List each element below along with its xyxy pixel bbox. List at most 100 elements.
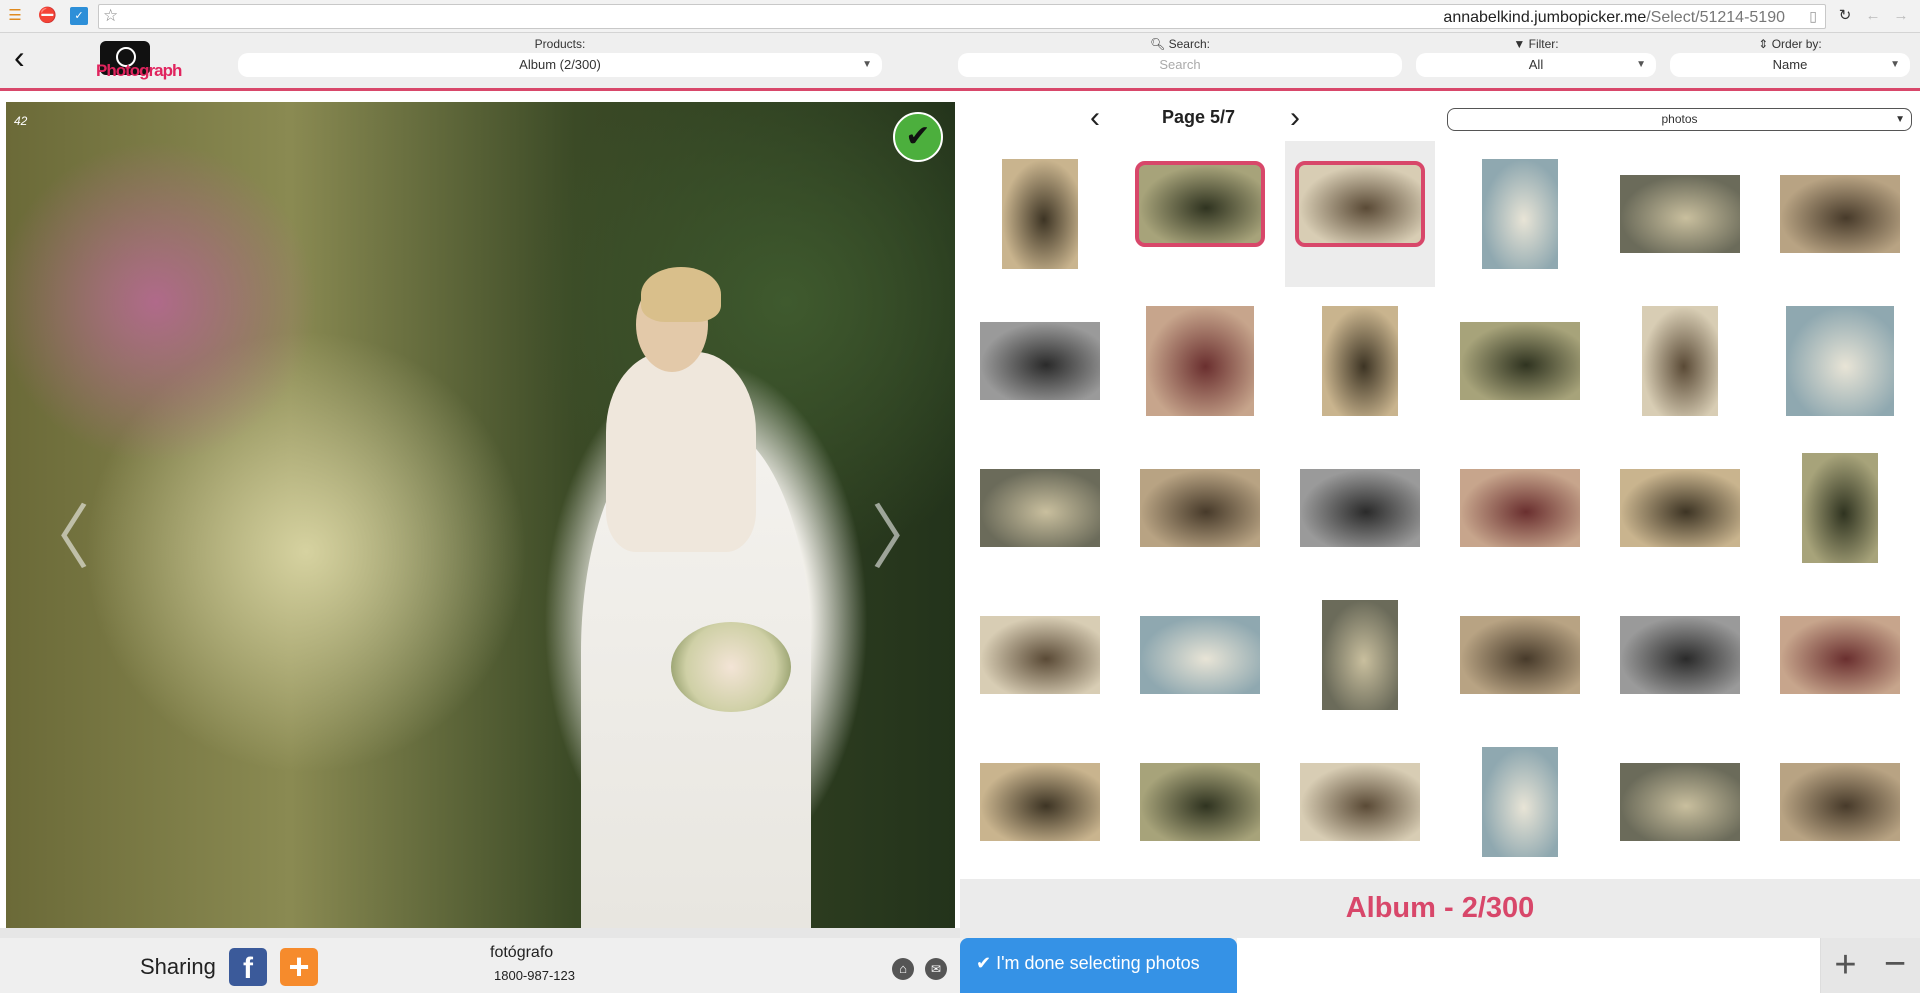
thumbnail-cell[interactable] (1285, 141, 1435, 287)
facebook-icon[interactable]: f (229, 948, 267, 986)
thumbnail-cell[interactable] (965, 582, 1115, 728)
thumbnail[interactable] (1140, 469, 1260, 547)
thumbnail[interactable] (1140, 616, 1260, 694)
thumbnail-cell[interactable] (1285, 582, 1435, 728)
thumbnail-cell[interactable] (1605, 141, 1755, 287)
bookmark-star-icon[interactable]: ☆ (103, 6, 118, 26)
back-arrow-icon[interactable]: ‹ (14, 39, 25, 76)
thumbnail[interactable] (1146, 306, 1254, 416)
thumbnail[interactable] (980, 616, 1100, 694)
thumbnail-cell[interactable] (965, 141, 1115, 287)
thumbnail-cell[interactable] (1285, 729, 1435, 875)
thumbnail[interactable] (980, 322, 1100, 400)
thumbnail[interactable] (1642, 306, 1718, 416)
thumbnail-cell[interactable] (1765, 729, 1915, 875)
addthis-plus-icon[interactable]: + (280, 948, 318, 986)
thumbnail[interactable] (1620, 616, 1740, 694)
thumbnail-cell[interactable] (965, 435, 1115, 581)
forward-icon[interactable]: → (1892, 7, 1910, 25)
url-text[interactable]: annabelkind.jumbopicker.me/Select/51214-… (1443, 9, 1785, 27)
thumbnail[interactable] (1620, 175, 1740, 253)
thumbnail-cell[interactable] (1285, 288, 1435, 434)
thumbnail-cell[interactable] (1125, 582, 1275, 728)
thumbnail-selected[interactable] (1295, 161, 1425, 247)
thumbnail-cell[interactable] (1605, 288, 1755, 434)
thumbnail-cell[interactable] (1765, 288, 1915, 434)
back-icon[interactable]: ← (1864, 7, 1882, 25)
footer: Sharing f + fotógrafo 1800-987-123 ⌂ ✉ ✔… (0, 938, 1920, 993)
thumbnail-cell[interactable] (1125, 435, 1275, 581)
thumbnail-cell[interactable] (1605, 582, 1755, 728)
thumbnail[interactable] (980, 763, 1100, 841)
thumbnail[interactable] (1482, 159, 1558, 269)
thumbnail-cell[interactable] (1765, 141, 1915, 287)
zoom-in-button[interactable]: + (1820, 938, 1870, 993)
thumbnail[interactable] (1322, 306, 1398, 416)
mail-icon[interactable]: ✉ (925, 958, 947, 980)
filter-label: ▼ Filter: (1513, 37, 1559, 51)
sharing-label: Sharing (140, 954, 216, 979)
thumbnail-cell[interactable] (1445, 288, 1595, 434)
thumbnail[interactable] (1460, 469, 1580, 547)
products-select[interactable]: Album (2/300) ▼ (238, 53, 882, 77)
order-select[interactable]: Name ▼ (1670, 53, 1910, 77)
thumbnail-cell[interactable] (1445, 141, 1595, 287)
thumbnail[interactable] (1780, 616, 1900, 694)
thumbnail-cell[interactable] (1125, 729, 1275, 875)
view-select[interactable]: photos ▼ (1447, 108, 1912, 131)
thumbnail-cell[interactable] (1285, 435, 1435, 581)
thumbnail[interactable] (980, 469, 1100, 547)
thumbnail-cell[interactable] (1765, 582, 1915, 728)
thumbnail[interactable] (1620, 469, 1740, 547)
thumbnail[interactable] (1786, 306, 1894, 416)
thumbnail-cell[interactable] (1765, 435, 1915, 581)
thumbnail[interactable] (1300, 763, 1420, 841)
search-input[interactable]: Search (958, 53, 1402, 77)
reload-icon[interactable]: ↻ (1836, 7, 1854, 25)
prev-photo-icon[interactable]: 〈 (20, 482, 90, 583)
thumbnail-cell[interactable] (1445, 582, 1595, 728)
zoom-out-button[interactable]: − (1870, 938, 1920, 993)
thumbnail[interactable] (1002, 159, 1078, 269)
thumbnail-cell[interactable] (1125, 288, 1275, 434)
address-bar[interactable]: ☆ annabelkind.jumbopicker.me/Select/5121… (98, 4, 1826, 29)
selected-check-icon[interactable]: ✔ (893, 112, 943, 162)
thumbnail[interactable] (1300, 469, 1420, 547)
prev-page-icon[interactable]: ‹ (1090, 101, 1100, 135)
adblock-icon[interactable]: ⛔ (38, 7, 57, 25)
thumbnail-cell[interactable] (1605, 729, 1755, 875)
thumbnail-cell[interactable] (1445, 435, 1595, 581)
menu-icon[interactable]: ☰ (6, 7, 24, 25)
thumbnail[interactable] (1460, 322, 1580, 400)
gallery-panel: ‹ Page 5/7 › photos ▼ (960, 91, 1920, 879)
chevron-down-icon: ▼ (1890, 59, 1900, 70)
next-page-icon[interactable]: › (1290, 101, 1300, 135)
order-label: ⇕ Order by: (1758, 37, 1822, 51)
thumbnail[interactable] (1322, 600, 1398, 710)
thumbnail[interactable] (1780, 763, 1900, 841)
home-icon[interactable]: ⌂ (892, 958, 914, 980)
thumbnail-cell[interactable] (1125, 141, 1275, 287)
thumbnail-cell[interactable] (965, 729, 1115, 875)
thumbnail-cell[interactable] (1605, 435, 1755, 581)
sort-icon: ⇕ (1758, 37, 1772, 51)
thumbnail-cell[interactable] (965, 288, 1115, 434)
chevron-down-icon: ▼ (1895, 114, 1905, 125)
thumbnail[interactable] (1140, 763, 1260, 841)
next-photo-icon[interactable]: 〉 (871, 482, 941, 583)
done-selecting-button[interactable]: ✔ I'm done selecting photos (960, 938, 1237, 993)
main-photo-viewer[interactable]: 42 ✔ 〈 〉 (6, 102, 955, 928)
thumbnail[interactable] (1460, 616, 1580, 694)
thumbnail[interactable] (1620, 763, 1740, 841)
extension-check-icon[interactable]: ✓ (70, 7, 88, 25)
chevron-down-icon: ▼ (1636, 59, 1646, 70)
filter-select[interactable]: All ▼ (1416, 53, 1656, 77)
logo[interactable]: Photograph (96, 39, 182, 83)
thumbnail[interactable] (1802, 453, 1878, 563)
page-icon: ▯ (1809, 8, 1817, 24)
thumbnail[interactable] (1780, 175, 1900, 253)
thumbnail-selected[interactable] (1135, 161, 1265, 247)
thumbnail[interactable] (1482, 747, 1558, 857)
page-indicator: Page 5/7 (1162, 107, 1236, 127)
thumbnail-cell[interactable] (1445, 729, 1595, 875)
